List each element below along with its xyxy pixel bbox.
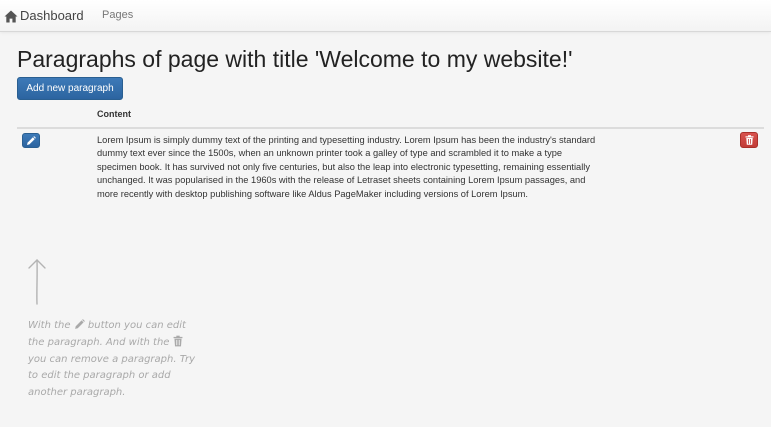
trash-icon (745, 135, 753, 145)
up-arrow-icon (28, 259, 46, 305)
nav-pages-link[interactable]: Pages (102, 9, 133, 21)
dashboard-label: Dashboard (20, 8, 84, 23)
delete-paragraph-button[interactable] (740, 132, 758, 148)
edit-paragraph-button[interactable] (22, 133, 40, 148)
hint-text-part3: you can remove a paragraph. Try to edit … (28, 353, 196, 399)
page-title: Paragraphs of page with title 'Welcome t… (17, 46, 573, 72)
hint-text-part1: With the (28, 320, 74, 331)
table-header: Content (17, 108, 764, 129)
home-icon (4, 10, 18, 22)
add-paragraph-button[interactable]: Add new paragraph (17, 77, 123, 100)
trash-icon (173, 335, 183, 347)
pencil-icon (27, 135, 36, 145)
hint-text: With the button you can edit the paragra… (28, 318, 198, 402)
paragraph-content: Lorem Ipsum is simply dummy text of the … (97, 135, 596, 199)
column-header-content: Content (97, 109, 131, 119)
pencil-icon (74, 319, 85, 329)
dashboard-link[interactable]: Dashboard (4, 8, 84, 24)
table-row: Lorem Ipsum is simply dummy text of the … (17, 128, 764, 223)
top-navbar: Dashboard Pages (0, 0, 771, 32)
